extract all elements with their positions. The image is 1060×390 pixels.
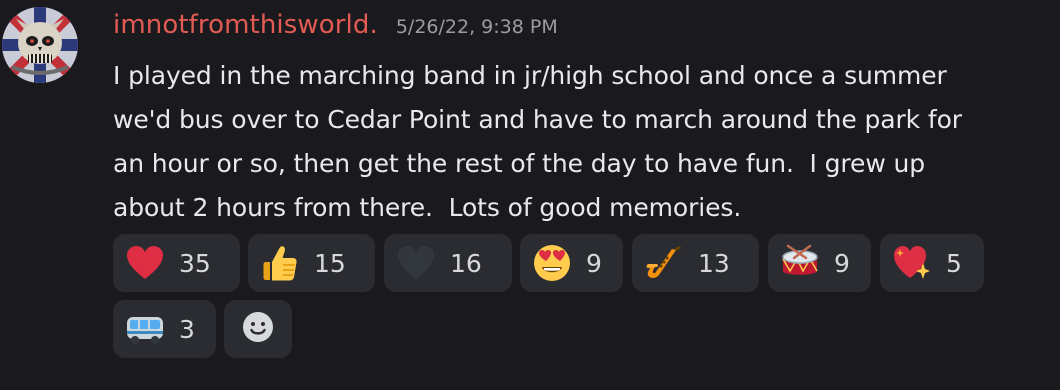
reaction-black-heart[interactable]: 16 (384, 234, 512, 292)
reaction-count: 16 (450, 248, 482, 278)
reaction-bus[interactable]: 3 (113, 300, 216, 358)
reaction-count: 9 (586, 248, 602, 278)
smiley-add-reaction-icon (241, 310, 275, 348)
reaction-count: 15 (314, 248, 346, 278)
chat-message: imnotfromthisworld. 5/26/22, 9:38 PM I p… (0, 0, 1060, 390)
reaction-count: 9 (834, 248, 850, 278)
message-content: I played in the marching band in jr/high… (113, 61, 962, 222)
author-username[interactable]: imnotfromthisworld. (113, 10, 378, 40)
add-reaction-button[interactable] (224, 300, 292, 358)
reaction-heart-eyes[interactable]: 9 (520, 234, 623, 292)
message-header: imnotfromthisworld. 5/26/22, 9:38 PM (113, 10, 558, 46)
sparkling-heart-icon (892, 243, 932, 283)
drum-icon (780, 243, 820, 283)
user-avatar[interactable] (2, 7, 78, 83)
message-timestamp[interactable]: 5/26/22, 9:38 PM (396, 16, 558, 38)
heart-eyes-face-icon (532, 243, 572, 283)
black-heart-icon (396, 243, 436, 283)
reaction-sparkling-heart[interactable]: 5 (880, 234, 984, 292)
reaction-count: 3 (179, 314, 195, 344)
reaction-count: 5 (946, 248, 962, 278)
reaction-drum[interactable]: 9 (768, 234, 871, 292)
bus-icon (125, 309, 165, 349)
thumbs-up-icon (260, 243, 300, 283)
skull-emblem-avatar-icon (2, 7, 78, 83)
reaction-saxophone[interactable]: 13 (632, 234, 759, 292)
red-heart-icon (125, 243, 165, 283)
reaction-red-heart[interactable]: 35 (113, 234, 240, 292)
reaction-count: 35 (179, 248, 211, 278)
reaction-thumbs-up[interactable]: 15 (248, 234, 375, 292)
saxophone-icon (644, 243, 684, 283)
reaction-count: 13 (698, 248, 730, 278)
